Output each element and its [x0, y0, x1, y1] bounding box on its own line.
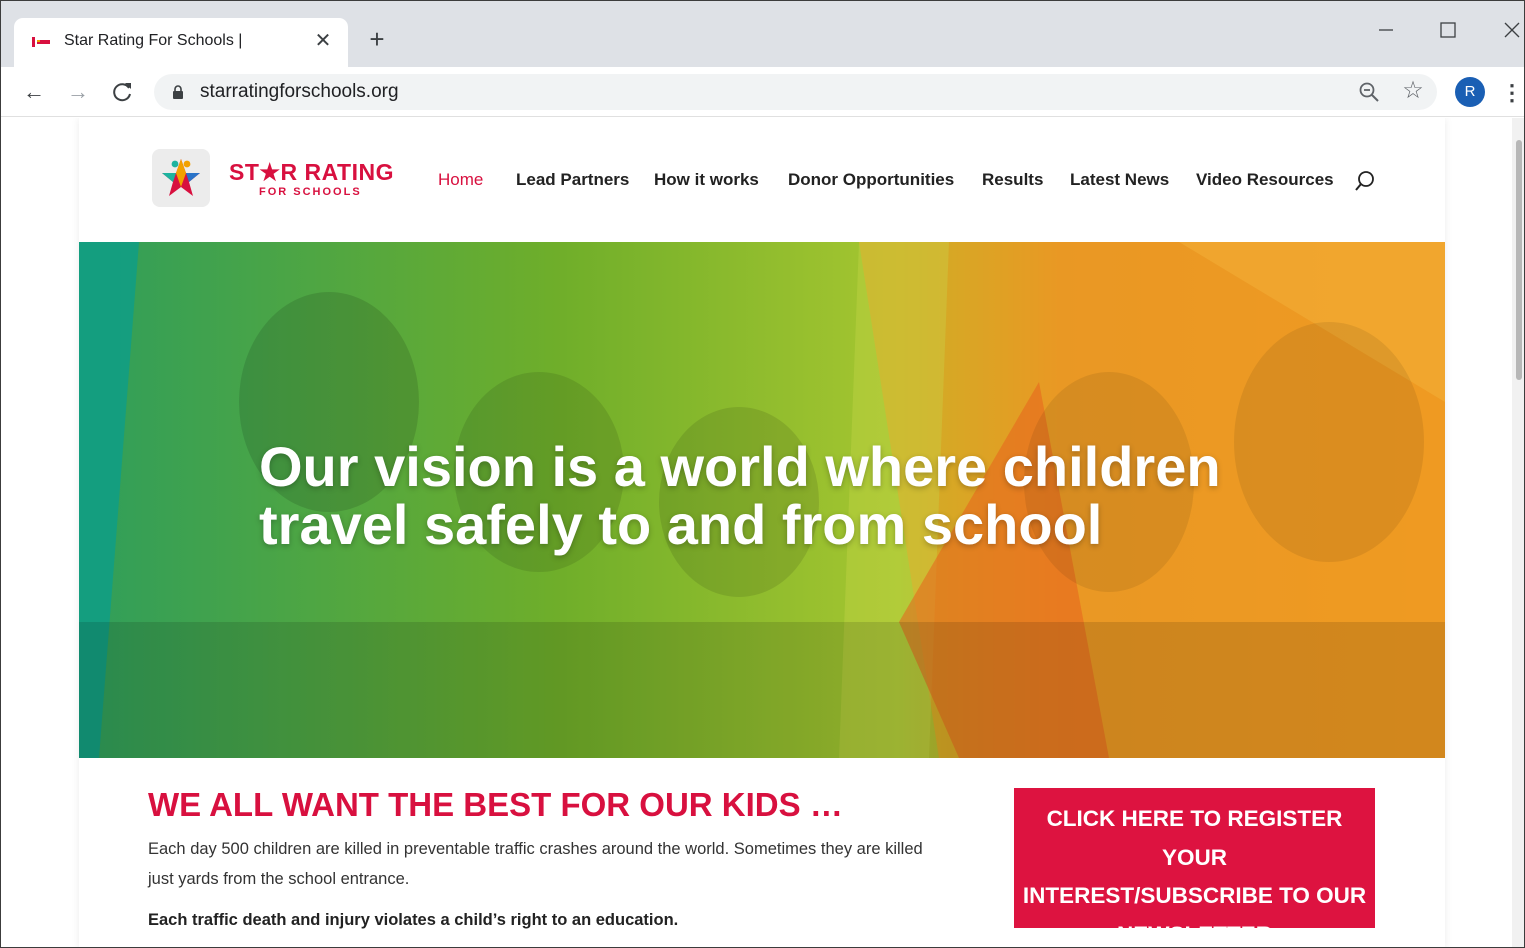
- search-icon[interactable]: [1353, 169, 1377, 193]
- close-window-icon[interactable]: [1497, 15, 1525, 45]
- reload-icon[interactable]: [108, 77, 138, 107]
- page-viewport: ST★R RATING FOR SCHOOLS Home Lead Partne…: [1, 118, 1512, 947]
- bookmark-star-icon[interactable]: ☆: [1401, 79, 1425, 103]
- bold-statement: Each traffic death and injury violates a…: [148, 911, 679, 929]
- tab-title: Star Rating For Schools |: [64, 32, 243, 49]
- section-title: WE ALL WANT THE BEST FOR OUR KIDS …: [148, 786, 843, 823]
- nav-how-it-works[interactable]: How it works: [654, 170, 759, 190]
- nav-latest-news[interactable]: Latest News: [1070, 170, 1169, 190]
- tab-strip: Star Rating For Schools | ✕ +: [1, 1, 1525, 67]
- logo-emblem: [152, 149, 210, 207]
- zoom-out-icon[interactable]: [1358, 81, 1380, 103]
- star-figure-icon: [162, 159, 200, 196]
- back-icon[interactable]: ←: [19, 77, 49, 107]
- hero-heading-line1: Our vision is a world where children: [259, 435, 1221, 498]
- nav-video-resources[interactable]: Video Resources: [1196, 170, 1334, 190]
- profile-avatar[interactable]: R: [1455, 77, 1485, 107]
- forward-icon[interactable]: →: [63, 77, 93, 107]
- nav-results[interactable]: Results: [982, 170, 1043, 190]
- maximize-icon[interactable]: [1433, 15, 1463, 45]
- browser-menu-icon[interactable]: ⋮: [1501, 79, 1523, 107]
- hero-banner: Our vision is a world where children tra…: [79, 242, 1445, 758]
- browser-window: Star Rating For Schools | ✕ + ← → starra…: [0, 0, 1525, 948]
- url-text: starratingforschools.org: [200, 81, 399, 102]
- site-favicon-icon: [32, 37, 50, 47]
- newsletter-cta-button[interactable]: CLICK HERE TO REGISTER YOUR INTEREST/SUB…: [1014, 788, 1375, 947]
- browser-toolbar: ← → starratingforschools.org ☆ R ⋮: [1, 67, 1524, 117]
- logo-subtitle: FOR SCHOOLS: [259, 186, 362, 198]
- new-tab-icon[interactable]: +: [364, 26, 390, 53]
- close-tab-icon[interactable]: ✕: [312, 30, 334, 52]
- nav-lead-partners[interactable]: Lead Partners: [516, 170, 629, 190]
- cta-line-2: INTEREST/SUBSCRIBE TO OUR: [1022, 883, 1367, 908]
- intro-paragraph: Each day 500 children are killed in prev…: [148, 840, 923, 888]
- cta-line-3: NEWSLETTER: [1117, 921, 1272, 947]
- cta-line-1: CLICK HERE TO REGISTER YOUR: [1046, 806, 1343, 870]
- address-bar[interactable]: starratingforschools.org ☆: [154, 74, 1437, 110]
- nav-home[interactable]: Home: [438, 170, 483, 190]
- site-logo[interactable]: ST★R RATING FOR SCHOOLS: [152, 149, 398, 209]
- minimize-icon[interactable]: [1371, 15, 1401, 45]
- logo-wordmark: ST★R RATING: [229, 159, 394, 185]
- page-scrollbar[interactable]: [1512, 118, 1524, 947]
- scrollbar-thumb[interactable]: [1516, 140, 1522, 380]
- hero-heading-line2: travel safely to and from school: [259, 493, 1103, 556]
- browser-tab[interactable]: Star Rating For Schools | ✕: [14, 18, 348, 67]
- lock-icon: [173, 85, 183, 99]
- nav-donor-opportunities[interactable]: Donor Opportunities: [788, 170, 954, 190]
- site-page: ST★R RATING FOR SCHOOLS Home Lead Partne…: [79, 118, 1445, 947]
- hero-heading: Our vision is a world where children tra…: [259, 438, 1259, 554]
